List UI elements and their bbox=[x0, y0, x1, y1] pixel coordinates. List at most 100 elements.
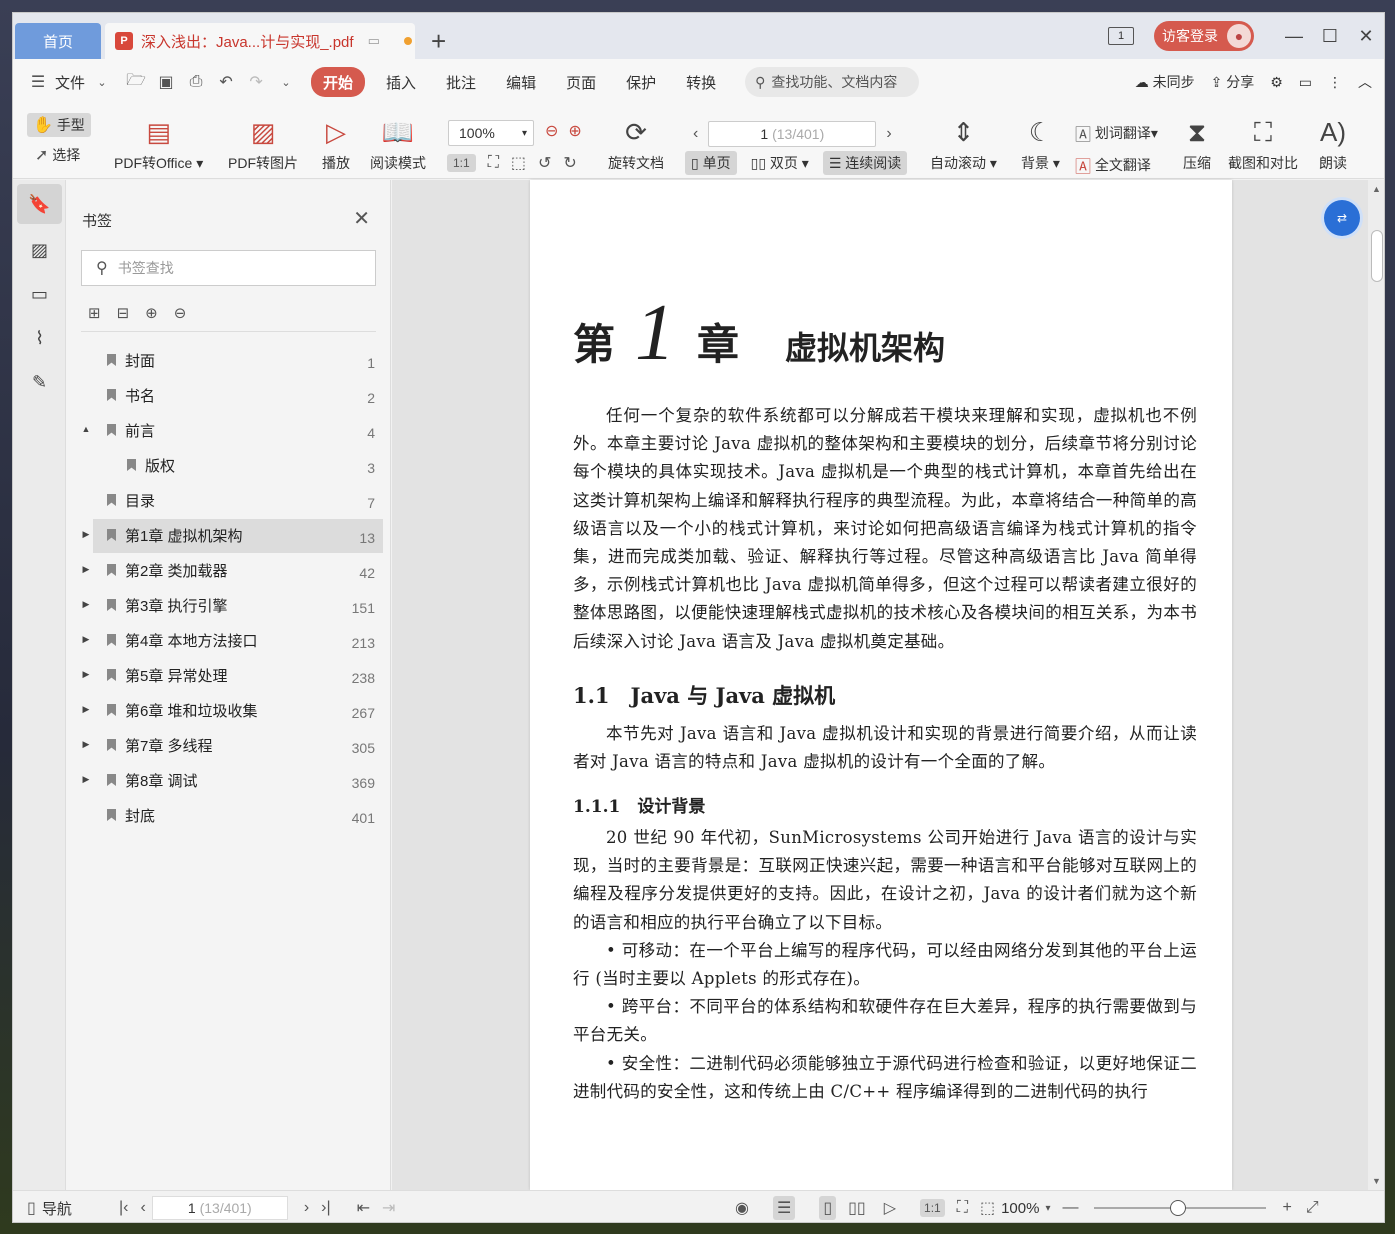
word-translate-button[interactable]: 🄰 划词翻译 ▾ bbox=[1075, 121, 1158, 145]
ocr-float-button[interactable]: ⇄ bbox=[1324, 200, 1360, 236]
scroll-up-icon[interactable]: ▲ bbox=[1372, 184, 1381, 194]
tab-home[interactable]: 首页 bbox=[15, 23, 101, 59]
bookmark-item[interactable]: 封底 401 bbox=[66, 798, 391, 833]
single-page-view-icon[interactable]: ▯ bbox=[819, 1196, 837, 1220]
bookmark-item[interactable]: ▶ 第2章 类加载器 42 bbox=[66, 553, 391, 588]
close-panel-icon[interactable]: ✕ bbox=[353, 206, 370, 231]
hand-tool-button[interactable]: ✋ 手型 bbox=[27, 113, 91, 137]
tab-start[interactable]: 开始 bbox=[311, 67, 366, 97]
play-button[interactable]: ▷ 播放 bbox=[322, 109, 350, 173]
save-icon[interactable]: ▣ bbox=[151, 72, 181, 92]
bookmark-item[interactable]: ▶ 第6章 堆和垃圾收集 267 bbox=[66, 693, 391, 728]
tab-annotate[interactable]: 批注 bbox=[431, 67, 491, 97]
bookmark-item[interactable]: 版权 3 bbox=[66, 448, 391, 483]
continuous-view-icon[interactable]: ☰ bbox=[772, 1196, 796, 1220]
scroll-thumb[interactable] bbox=[1371, 230, 1383, 282]
single-page-button[interactable]: ▯ 单页 bbox=[685, 151, 737, 175]
attachment-icon[interactable]: ⌇ bbox=[13, 316, 66, 360]
sync-status[interactable]: ☁ 未同步 bbox=[1135, 72, 1195, 92]
minimize-icon[interactable]: — bbox=[1276, 26, 1312, 47]
expand-arrow-icon[interactable]: ▶ bbox=[80, 634, 92, 645]
bookmark-item[interactable]: ▲ 前言 4 bbox=[66, 413, 391, 448]
fit-page-icon[interactable]: ⛶ bbox=[957, 1199, 968, 1217]
last-page-icon[interactable]: ›| bbox=[321, 1199, 330, 1217]
continuous-read-button[interactable]: ☰ 连续阅读 bbox=[822, 151, 908, 175]
play-icon[interactable]: ▷ bbox=[884, 1198, 896, 1218]
maximize-icon[interactable]: ☐ bbox=[1312, 26, 1348, 47]
back-icon[interactable]: ⇤ bbox=[357, 1198, 370, 1218]
delete-bookmark-icon[interactable]: ⊖ bbox=[174, 304, 187, 322]
expand-arrow-icon[interactable]: ▶ bbox=[80, 564, 92, 575]
tab-protect[interactable]: 保护 bbox=[611, 67, 671, 97]
hamburger-icon[interactable]: ☰ bbox=[23, 72, 53, 92]
bookmark-search-input[interactable]: ⚲ 书签查找 bbox=[81, 250, 376, 286]
zoom-out-icon[interactable]: ⊖ bbox=[545, 121, 558, 141]
settings-icon[interactable]: ⚙ bbox=[1270, 74, 1283, 91]
prev-page-icon[interactable]: ‹ bbox=[693, 125, 698, 143]
rotate-document-button[interactable]: ⟳ 旋转文档 bbox=[608, 109, 664, 173]
vertical-scrollbar[interactable]: ▲ ▼ bbox=[1368, 180, 1384, 1190]
guest-login-button[interactable]: 访客登录 ● bbox=[1154, 21, 1254, 51]
redo-icon[interactable]: ↷ bbox=[241, 72, 271, 92]
expand-arrow-icon[interactable]: ▶ bbox=[80, 599, 92, 610]
rotate-left-icon[interactable]: ↺ bbox=[538, 153, 551, 173]
bookmark-item[interactable]: ▶ 第1章 虚拟机架构 13 bbox=[66, 518, 391, 553]
first-page-icon[interactable]: |‹ bbox=[119, 1199, 128, 1217]
document-viewport[interactable]: 第 1 章 虚拟机架构 任何一个复杂的软件系统都可以分解成若干模块来理解和实现，… bbox=[392, 180, 1384, 1190]
more-chevron-icon[interactable]: ⌄ bbox=[271, 76, 301, 89]
background-button[interactable]: ☾ 背景 ▾ bbox=[1021, 109, 1060, 173]
signature-icon[interactable]: ✎ bbox=[13, 360, 66, 404]
full-translate-button[interactable]: 🄰 全文翻译 bbox=[1075, 153, 1151, 177]
chevron-down-icon[interactable]: ⌄ bbox=[95, 76, 109, 89]
zoom-slider-knob[interactable] bbox=[1170, 1200, 1187, 1216]
feature-search-input[interactable]: ⚲ 查找功能、文档内容 bbox=[745, 67, 920, 97]
actual-size-icon[interactable]: 1:1 bbox=[920, 1199, 945, 1217]
expand-arrow-icon[interactable]: ▶ bbox=[80, 774, 92, 785]
close-icon[interactable]: ✕ bbox=[1348, 26, 1384, 47]
scroll-down-icon[interactable]: ▼ bbox=[1372, 1176, 1381, 1186]
auto-scroll-button[interactable]: ⇕ 自动滚动 ▾ bbox=[930, 109, 997, 173]
undo-icon[interactable]: ↶ bbox=[211, 72, 241, 92]
fit-width-icon[interactable]: ⬚ bbox=[511, 153, 526, 173]
collapse-arrow-icon[interactable]: ▲ bbox=[80, 424, 92, 434]
select-tool-button[interactable]: ➚ 选择 bbox=[35, 145, 80, 165]
tab-insert[interactable]: 插入 bbox=[371, 67, 431, 97]
prev-page-icon[interactable]: ‹ bbox=[140, 1199, 145, 1217]
bookmark-item[interactable]: ▶ 第5章 异常处理 238 bbox=[66, 658, 391, 693]
zoom-out-icon[interactable]: — bbox=[1062, 1199, 1078, 1217]
collapse-ribbon-icon[interactable]: ︿ bbox=[1358, 72, 1372, 92]
fit-width-icon[interactable]: ⬚ bbox=[980, 1198, 995, 1218]
tab-document[interactable]: P 深入浅出：Java...计与实现_.pdf ▭ bbox=[105, 23, 415, 59]
bookmark-item[interactable]: 目录 7 bbox=[66, 483, 391, 518]
expand-arrow-icon[interactable]: ▶ bbox=[80, 704, 92, 715]
fullscreen-icon[interactable]: ⤢ bbox=[1306, 1199, 1319, 1217]
pdf-to-image-button[interactable]: ▨ PDF转图片 bbox=[228, 109, 298, 173]
status-page-input[interactable]: 1 (13/401) bbox=[151, 1196, 288, 1220]
screenshot-compare-button[interactable]: ⛶ 截图和对比 bbox=[1228, 109, 1298, 173]
pdf-to-office-button[interactable]: ▤ PDF转Office ▾ bbox=[114, 109, 203, 173]
status-zoom-value[interactable]: 100% bbox=[1001, 1200, 1039, 1217]
expand-all-icon[interactable]: ⊞ bbox=[88, 304, 101, 322]
compress-button[interactable]: ⧗ 压缩 bbox=[1183, 109, 1211, 173]
print-icon[interactable]: ⎙ bbox=[181, 73, 211, 91]
bookmark-item[interactable]: 书名 2 bbox=[66, 378, 391, 413]
actual-size-icon[interactable]: 1:1 bbox=[447, 154, 476, 172]
zoom-select[interactable]: 100% ▾ bbox=[448, 120, 534, 146]
read-aloud-button[interactable]: A) 朗读 bbox=[1319, 109, 1347, 173]
zoom-in-icon[interactable]: ⊕ bbox=[568, 121, 581, 141]
rotate-right-icon[interactable]: ↻ bbox=[563, 153, 576, 173]
double-page-view-icon[interactable]: ▯▯ bbox=[848, 1198, 866, 1218]
open-folder-icon[interactable]: 🗁 bbox=[121, 69, 151, 96]
double-page-button[interactable]: ▯▯ 双页 ▾ bbox=[745, 151, 815, 175]
next-page-icon[interactable]: › bbox=[304, 1199, 309, 1217]
next-page-icon[interactable]: › bbox=[886, 125, 891, 143]
collapse-all-icon[interactable]: ⊟ bbox=[117, 304, 130, 322]
tab-convert[interactable]: 转换 bbox=[671, 67, 731, 97]
tab-edit[interactable]: 编辑 bbox=[491, 67, 551, 97]
navigation-toggle[interactable]: ▯ 导航 bbox=[27, 1191, 72, 1222]
tab-page[interactable]: 页面 bbox=[551, 67, 611, 97]
forward-icon[interactable]: ⇥ bbox=[382, 1198, 395, 1218]
more-icon[interactable]: ⋮ bbox=[1328, 74, 1342, 91]
expand-arrow-icon[interactable]: ▶ bbox=[80, 669, 92, 680]
chevron-down-icon[interactable]: ▾ bbox=[1045, 1203, 1050, 1214]
